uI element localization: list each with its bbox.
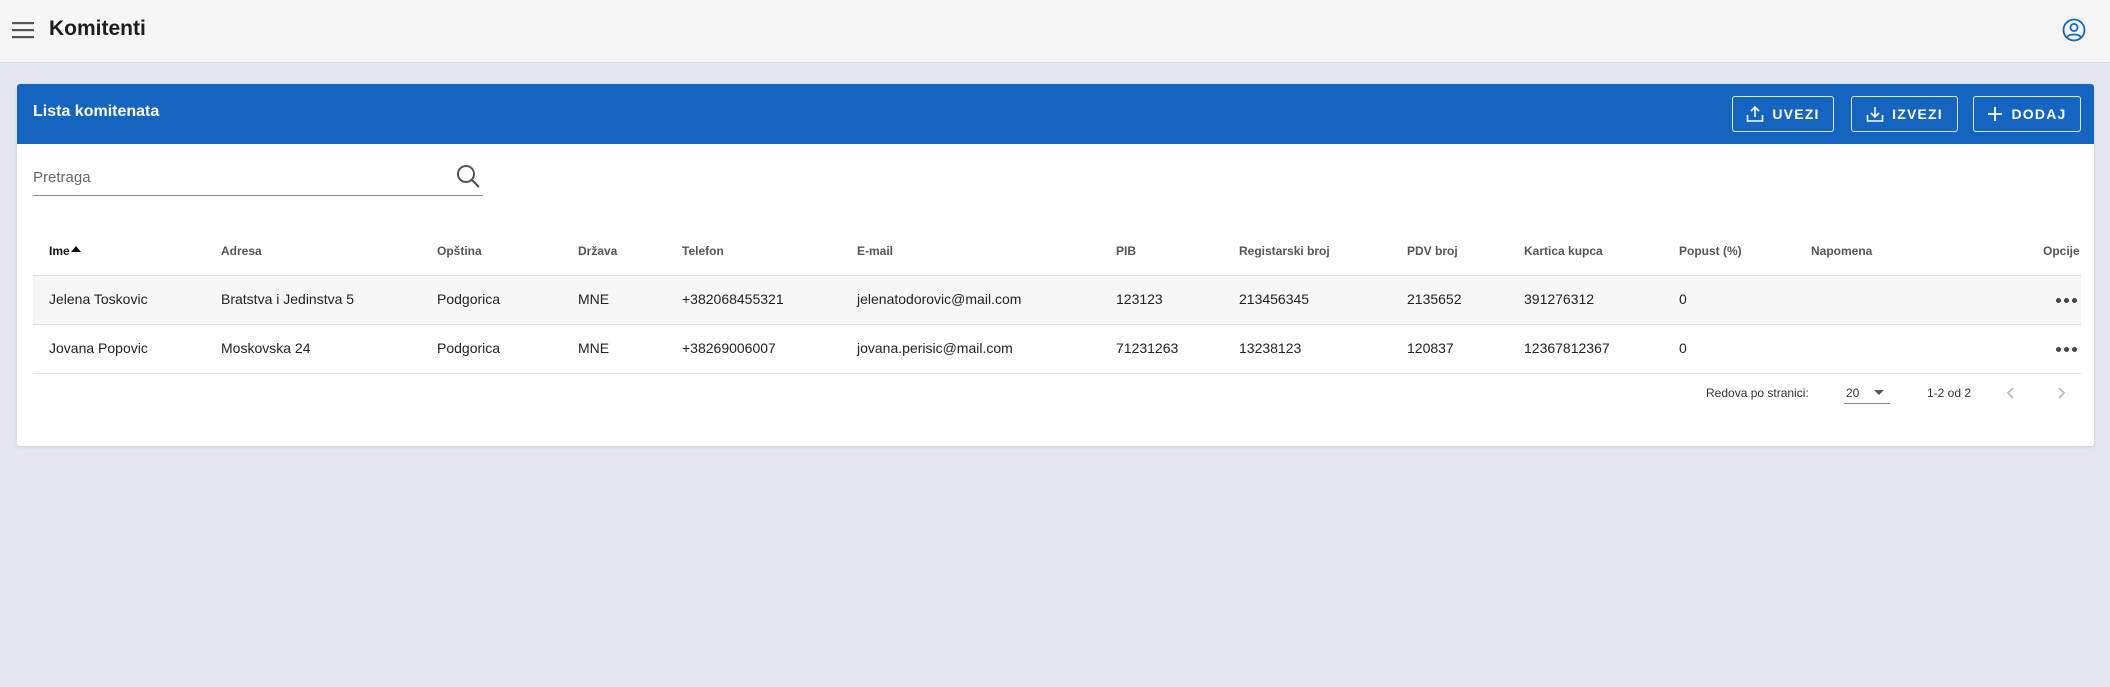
column-header-pib[interactable]: PIB (1116, 244, 1136, 258)
rows-per-page-select[interactable]: 20 (1844, 380, 1890, 404)
cell-kartica-kupca: 391276312 (1524, 291, 1595, 307)
chevron-left-icon (2006, 387, 2014, 399)
download-icon (1866, 107, 1884, 122)
more-horizontal-icon (2055, 346, 2061, 352)
previous-page-button[interactable] (1998, 380, 2024, 406)
row-options-button[interactable] (2053, 338, 2079, 360)
upload-icon (1747, 105, 1764, 122)
search-icon[interactable] (455, 163, 481, 189)
cell-pdv-broj: 2135652 (1407, 291, 1462, 307)
chevron-right-icon (2058, 387, 2066, 399)
cell-pdv-broj: 120837 (1407, 340, 1454, 356)
plus-icon (1988, 107, 2003, 121)
caret-down-icon (1874, 390, 1884, 395)
table-header: Ime Adresa Opština Država Telefon E-mail… (33, 226, 2081, 276)
more-horizontal-icon (2063, 297, 2069, 303)
add-button-label: DODAJ (2011, 106, 2067, 122)
column-header-telefon[interactable]: Telefon (682, 244, 724, 258)
column-label: Ime (49, 244, 70, 258)
column-header-napomena[interactable]: Napomena (1811, 244, 1872, 258)
more-horizontal-icon (2063, 346, 2069, 352)
export-button-label: IZVEZI (1892, 106, 1943, 122)
import-button-label: UVEZI (1772, 106, 1820, 122)
cell-popust: 0 (1679, 291, 1687, 307)
cell-drzava: MNE (578, 340, 610, 356)
sort-ascending-icon (70, 246, 81, 252)
column-header-pdv-broj[interactable]: PDV broj (1407, 244, 1458, 258)
card-title: Lista komitenata (33, 103, 160, 120)
more-horizontal-icon (2071, 346, 2077, 352)
cell-adresa: Bratstva i Jedinstva 5 (221, 291, 355, 307)
column-header-adresa[interactable]: Adresa (221, 244, 262, 258)
clients-card: Lista komitenata UVEZI IZVEZI DODAJ Pret… (17, 84, 2094, 446)
cell-ime: Jelena Toskovic (49, 291, 148, 307)
page-title: Komitenti (49, 17, 146, 40)
clients-table: Ime Adresa Opština Država Telefon E-mail… (33, 226, 2081, 374)
column-header-ime[interactable]: Ime (49, 244, 81, 258)
cell-ime: Jovana Popovic (49, 340, 148, 356)
rows-per-page-label: Redova po stranici: (1706, 386, 1809, 400)
table-pagination: Redova po stranici: 20 1-2 od 2 (33, 376, 2081, 416)
column-header-opstina[interactable]: Opština (437, 244, 482, 258)
rows-per-page-value: 20 (1846, 386, 1860, 400)
column-header-email[interactable]: E-mail (857, 244, 893, 258)
next-page-button[interactable] (2048, 380, 2074, 406)
export-button[interactable]: IZVEZI (1851, 96, 1958, 132)
column-header-registarski-broj[interactable]: Registarski broj (1239, 244, 1330, 258)
cell-kartica-kupca: 12367812367 (1524, 340, 1610, 356)
column-header-popust[interactable]: Popust (%) (1679, 244, 1742, 258)
cell-popust: 0 (1679, 340, 1687, 356)
cell-registarski-broj: 13238123 (1239, 340, 1302, 356)
cell-drzava: MNE (578, 291, 610, 307)
menu-button[interactable] (10, 17, 36, 43)
column-header-kartica-kupca[interactable]: Kartica kupca (1524, 244, 1603, 258)
cell-registarski-broj: 213456345 (1239, 291, 1310, 307)
more-horizontal-icon (2055, 297, 2061, 303)
column-header-opcije: Opcije (2043, 244, 2080, 258)
account-circle-icon (2062, 18, 2086, 42)
card-header: Lista komitenata UVEZI IZVEZI DODAJ (17, 84, 2094, 144)
column-header-drzava[interactable]: Država (578, 244, 617, 258)
user-account-button[interactable] (2061, 17, 2087, 43)
cell-opstina: Podgorica (437, 291, 501, 307)
search-field (33, 160, 483, 196)
table-row[interactable]: Jovana Popovic Moskovska 24 Podgorica MN… (33, 325, 2081, 374)
more-horizontal-icon (2071, 297, 2077, 303)
add-button[interactable]: DODAJ (1973, 96, 2081, 132)
import-button[interactable]: UVEZI (1732, 96, 1834, 132)
cell-opstina: Podgorica (437, 340, 501, 356)
pagination-range: 1-2 od 2 (1927, 386, 1972, 400)
cell-pib: 71231263 (1116, 340, 1179, 356)
row-options-button[interactable] (2053, 289, 2079, 311)
cell-telefon: +38269006007 (682, 340, 776, 356)
cell-adresa: Moskovska 24 (221, 340, 311, 356)
cell-email: jelenatodorovic@mail.com (857, 291, 1022, 307)
search-input[interactable] (33, 164, 443, 190)
table-row[interactable]: Jelena Toskovic Bratstva i Jedinstva 5 P… (33, 276, 2081, 325)
cell-telefon: +382068455321 (682, 291, 784, 307)
app-bar: Komitenti (0, 0, 2110, 63)
cell-pib: 123123 (1116, 291, 1163, 307)
hamburger-menu-icon (12, 22, 34, 39)
cell-email: jovana.perisic@mail.com (857, 340, 1013, 356)
